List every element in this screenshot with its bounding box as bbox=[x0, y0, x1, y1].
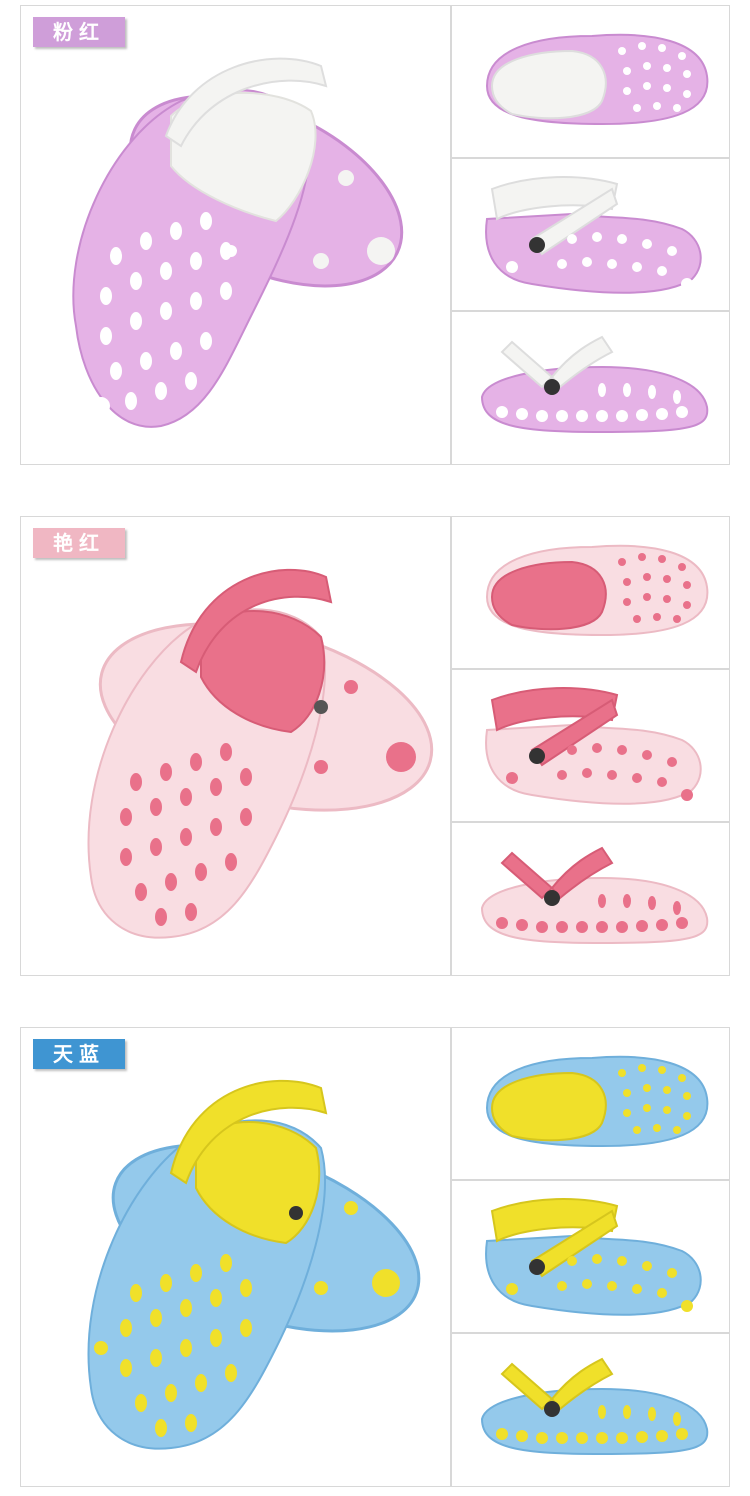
thumbnail-side-view[interactable] bbox=[451, 1333, 730, 1487]
clog-side-view-illustration bbox=[480, 1357, 709, 1456]
thumbnail-side-angle[interactable] bbox=[451, 158, 730, 311]
clog-side-view-illustration bbox=[480, 846, 709, 945]
clog-pair-illustration bbox=[87, 569, 434, 939]
main-product-photo[interactable]: 天蓝 bbox=[20, 1027, 451, 1487]
color-section-sky-blue: 天蓝 bbox=[20, 1027, 730, 1487]
thumbnail-top-view[interactable] bbox=[451, 516, 730, 669]
clog-angle-view-illustration bbox=[485, 176, 702, 294]
thumbnail-top-view[interactable] bbox=[451, 5, 730, 158]
color-section-pink: 粉红 bbox=[20, 5, 730, 465]
thumbnail-side-view[interactable] bbox=[451, 822, 730, 976]
thumbnail-top-view[interactable] bbox=[451, 1027, 730, 1180]
thumbnail-side-angle[interactable] bbox=[451, 1180, 730, 1333]
color-label-badge: 天蓝 bbox=[33, 1039, 125, 1069]
color-label-badge: 艳红 bbox=[33, 528, 125, 558]
color-section-rose: 艳红 bbox=[20, 516, 730, 976]
thumbnail-side-angle[interactable] bbox=[451, 669, 730, 822]
clog-top-view-illustration bbox=[485, 544, 709, 637]
color-label-badge: 粉红 bbox=[33, 17, 125, 47]
thumbnail-side-view[interactable] bbox=[451, 311, 730, 465]
clog-angle-view-illustration bbox=[485, 687, 702, 805]
clog-pair-illustration bbox=[72, 57, 404, 428]
clog-top-view-illustration bbox=[485, 1055, 709, 1148]
main-product-photo[interactable]: 粉红 bbox=[20, 5, 451, 465]
clog-top-view-illustration bbox=[485, 33, 709, 126]
main-product-photo[interactable]: 艳红 bbox=[20, 516, 451, 976]
clog-angle-view-illustration bbox=[485, 1198, 702, 1316]
clog-pair-illustration bbox=[87, 1080, 421, 1450]
clog-side-view-illustration bbox=[480, 335, 709, 434]
